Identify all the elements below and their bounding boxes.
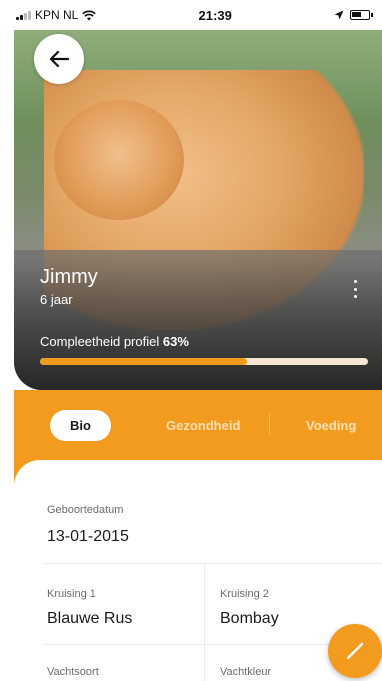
edit-button[interactable]: [328, 624, 382, 678]
arrow-left-icon: [49, 50, 69, 68]
location-arrow-icon: [334, 10, 344, 20]
divider: [44, 563, 382, 564]
status-left: KPN NL: [16, 8, 97, 22]
status-time: 21:39: [198, 7, 232, 23]
tab-gezondheid[interactable]: Gezondheid: [166, 418, 240, 433]
tab-bio[interactable]: Bio: [50, 409, 111, 441]
coat-type-label: Vachtsoort: [47, 666, 99, 678]
back-button[interactable]: [34, 34, 84, 84]
column-divider: [204, 563, 205, 681]
carrier-label: KPN NL: [35, 8, 79, 22]
tab-voeding[interactable]: Voeding: [306, 418, 356, 433]
cat-head-shape: [54, 100, 184, 220]
breed2-label: Kruising 2: [220, 588, 269, 600]
coat-color-label: Vachtkleur: [220, 666, 272, 678]
breed1-label: Kruising 1: [47, 588, 96, 600]
birthdate-label: Geboortedatum: [47, 504, 124, 516]
profile-progress-fill: [40, 358, 247, 365]
profile-progress-bar: [40, 358, 368, 365]
wifi-icon: [82, 10, 97, 20]
status-right: [334, 10, 373, 20]
pet-age: 6 jaar: [40, 292, 73, 307]
breed1-value: Blauwe Rus: [47, 610, 133, 627]
profile-progress-label: Compleetheid profiel 63%: [40, 334, 189, 349]
status-bar: KPN NL 21:39: [0, 0, 382, 30]
birthdate-value: 13-01-2015: [47, 528, 129, 545]
pet-name: Jimmy: [40, 266, 98, 288]
profile-progress-value: 63%: [162, 334, 189, 349]
breed2-value: Bombay: [220, 610, 279, 627]
tab-bar: Bio Gezondheid Voeding: [14, 400, 382, 450]
bio-card: Geboortedatum 13-01-2015 Kruising 1 Blau…: [14, 460, 382, 681]
profile-progress-text: Compleetheid profiel: [40, 334, 160, 349]
signal-icon: [16, 10, 31, 20]
tab-divider: [269, 414, 270, 434]
pencil-icon: [346, 642, 364, 660]
battery-icon: [349, 10, 373, 20]
more-vertical-icon[interactable]: [350, 280, 360, 298]
